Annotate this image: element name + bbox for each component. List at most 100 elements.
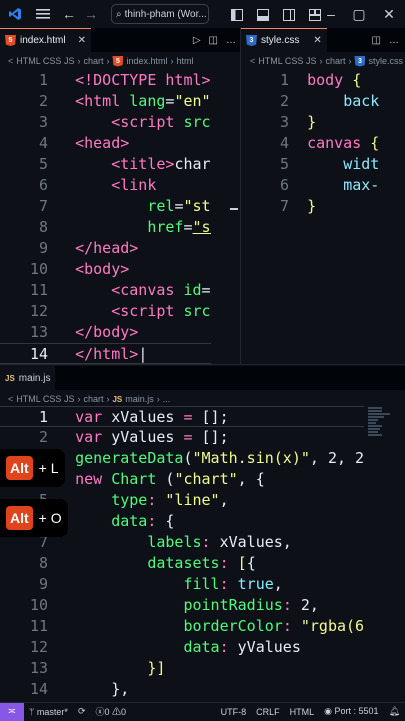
search-icon: ⌕ [116, 8, 122, 20]
branch-status[interactable]: ᛘ master* [24, 707, 73, 717]
vscode-logo-icon [4, 3, 26, 25]
live-server-status[interactable]: ◉ Port : 5501 [319, 706, 383, 717]
javascript-icon: JS [5, 373, 15, 383]
breadcrumb: < HTML CSS JS › chart › 5 index.html › html [8, 54, 238, 68]
html5-icon: 5 [112, 55, 124, 67]
menu-icon[interactable] [32, 3, 54, 25]
code-line: 11 borderColor: "rgba(6 [29, 617, 364, 635]
code-line: 4 <head> [38, 134, 130, 152]
toggle-panel-icon[interactable] [252, 4, 274, 26]
tab-index-html[interactable]: 5 index.html ✕ [0, 28, 91, 52]
code-line: 8 href="st [38, 218, 211, 236]
css3-icon: 3 [354, 55, 366, 67]
sync-icon[interactable]: ⟳ [73, 706, 91, 717]
code-line: 10 pointRadius: 2, [29, 596, 319, 614]
minimap[interactable] [368, 406, 398, 446]
code-line: 12 data: yValues [29, 638, 301, 656]
code-line: 13 </body> [29, 323, 139, 341]
breadcrumb-item[interactable]: main.js [125, 394, 154, 404]
search-text: thinh-pham (Wor... [124, 8, 207, 20]
remote-indicator-icon[interactable]: ≍ [0, 702, 24, 721]
breadcrumb-item[interactable]: ... [163, 394, 171, 404]
error-icon: ⓧ [95, 707, 105, 717]
close-window-icon[interactable]: ✕ [378, 3, 400, 25]
code-line: 5 widt [279, 155, 380, 173]
minimap-dash [230, 208, 238, 210]
breadcrumb-item[interactable]: chart [83, 394, 103, 404]
code-line: 3 } [279, 113, 317, 131]
git-branch-icon: ᛘ [29, 706, 35, 717]
code-line: 2 var yValues = []; [38, 428, 229, 446]
forward-arrow-icon[interactable]: → [80, 3, 102, 25]
back-arrow-icon[interactable]: ← [58, 3, 80, 25]
chevron-right-icon: › [106, 56, 110, 66]
encoding-status[interactable]: UTF-8 [216, 707, 252, 717]
code-line: 5 <title>chart [38, 155, 211, 173]
css-editor[interactable]: 1 body { 2 back 3 } 4 canvas { 5 widt 6 … [241, 70, 405, 364]
breadcrumb-item[interactable]: chart [83, 56, 103, 66]
shortcut-overlay: Alt + O [0, 499, 68, 537]
shortcut-combo: + L [38, 460, 59, 476]
tab-label: main.js [18, 372, 51, 384]
breadcrumb: < HTML CSS JS › chart › 3 style.css [250, 54, 405, 68]
warning-count: 0 [121, 707, 127, 717]
warning-icon: ⚠ [112, 707, 122, 717]
broadcast-icon: ◉ [324, 706, 333, 716]
html-scrollbar[interactable] [211, 70, 237, 364]
tab-label: index.html [20, 35, 66, 46]
breadcrumb-item[interactable]: html [177, 56, 194, 66]
code-line: 11 <canvas id=" [29, 281, 211, 299]
minimize-icon[interactable]: – [320, 3, 342, 25]
port-label: Port : 5501 [334, 706, 379, 716]
more-actions-icon[interactable]: … [226, 35, 236, 46]
breadcrumb-item[interactable]: index.html [126, 56, 167, 66]
code-line: 1 <!DOCTYPE html> [38, 71, 211, 89]
code-line: 2 back [279, 92, 380, 110]
run-icon[interactable]: ▷ [193, 35, 201, 46]
notifications-icon[interactable]: 🔔︎ [384, 706, 405, 717]
problems-status[interactable]: ⓧ0 ⚠0 [90, 705, 131, 718]
code-line: 9 </head> [38, 239, 139, 257]
split-editor-icon[interactable]: ◫ [372, 35, 381, 46]
html5-icon: 5 [5, 35, 16, 46]
html-tab-bar: 5 index.html ✕ ▷ ◫ … [0, 28, 240, 52]
html-editor[interactable]: 1 <!DOCTYPE html> 2 <html lang="en"> 3 <… [0, 70, 211, 364]
tab-main-js[interactable]: JS main.js [0, 366, 56, 390]
maximize-icon[interactable]: ▢ [348, 3, 370, 25]
eol-status[interactable]: CRLF [251, 707, 285, 717]
code-line: 8 datasets: [{ [38, 554, 256, 572]
shortcut-combo: + O [38, 510, 62, 526]
close-tab-icon[interactable]: ✕ [78, 35, 86, 46]
code-line: 10 <body> [29, 260, 130, 278]
toggle-sidebar-icon[interactable] [226, 4, 248, 26]
code-line: 14 }, [29, 680, 130, 698]
toggle-secondary-sidebar-icon[interactable] [278, 4, 300, 26]
chevron-right-icon: › [319, 56, 323, 66]
chevron-right-icon: › [348, 56, 352, 66]
chevron-right-icon: › [106, 394, 110, 404]
shortcut-overlay: Alt + L [0, 449, 65, 487]
chevron-icon: < [8, 394, 14, 404]
language-status[interactable]: HTML [285, 707, 320, 717]
breadcrumb-item[interactable]: style.css [368, 56, 403, 66]
command-center-search[interactable]: ⌕ thinh-pham (Wor... [111, 4, 209, 24]
breadcrumb-item[interactable]: chart [325, 56, 345, 66]
js-tab-bar: JS main.js [0, 366, 405, 390]
chevron-icon: < [250, 56, 256, 66]
breadcrumb-item[interactable]: HTML CSS JS [258, 56, 316, 66]
split-editor-icon[interactable]: ◫ [209, 35, 218, 46]
shortcut-key: Alt [6, 456, 33, 480]
code-line: 6 max- [279, 176, 380, 194]
close-tab-icon[interactable]: ✕ [313, 35, 321, 46]
breadcrumb-item[interactable]: HTML CSS JS [16, 56, 74, 66]
css-tab-bar: 3 style.css ✕ ◫ … [241, 28, 405, 52]
code-line: 7 } [279, 197, 317, 215]
status-bar: ≍ ᛘ master* ⟳ ⓧ0 ⚠0 UTF-8 CRLF HTML ◉ Po… [0, 702, 405, 721]
more-actions-icon[interactable]: … [389, 35, 399, 46]
code-line: 1 body { [279, 71, 362, 89]
chevron-right-icon: › [156, 394, 160, 404]
javascript-icon: JS [112, 394, 123, 404]
tab-style-css[interactable]: 3 style.css ✕ [241, 28, 327, 52]
branch-name: master* [36, 706, 68, 717]
breadcrumb-item[interactable]: HTML CSS JS [16, 394, 74, 404]
